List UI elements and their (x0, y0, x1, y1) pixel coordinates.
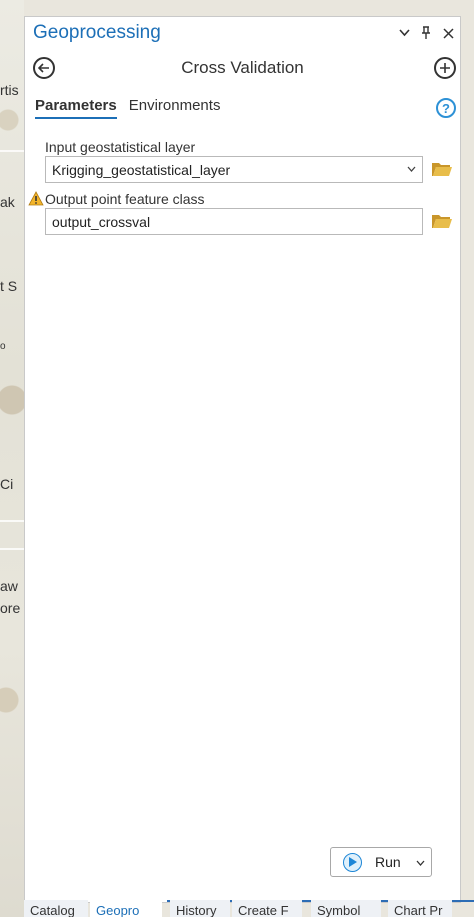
chevron-down-icon[interactable] (416, 855, 425, 869)
tab-history[interactable]: History (170, 900, 230, 917)
chevron-down-icon (407, 161, 416, 175)
tool-header: Cross Validation (25, 53, 460, 85)
tab-chart-properties[interactable]: Chart Pr (388, 900, 452, 917)
tab-create-features[interactable]: Create F (232, 900, 302, 917)
map-label: ore (0, 600, 21, 616)
input-layer-value: Krigging_geostatistical_layer (52, 162, 231, 178)
tool-title: Cross Validation (181, 58, 304, 77)
input-layer-label: Input geostatistical layer (45, 139, 196, 155)
browse-output-folder-icon[interactable] (431, 212, 453, 230)
map-label: t S (0, 278, 18, 294)
map-road (0, 150, 24, 152)
browse-input-folder-icon[interactable] (431, 160, 453, 178)
map-road (0, 548, 24, 550)
help-icon: ? (442, 100, 450, 116)
tool-tabs: Parameters Environments (35, 97, 220, 119)
plus-icon (440, 63, 450, 73)
pane-title: Geoprocessing (33, 22, 161, 43)
map-label: rtis (0, 82, 19, 98)
tab-catalog[interactable]: Catalog (24, 900, 88, 917)
chevron-down-icon[interactable] (396, 24, 412, 42)
map-label: o (0, 341, 6, 352)
tab-symbology[interactable]: Symbol (311, 900, 381, 917)
map-label: Ci (0, 476, 14, 492)
run-button[interactable]: Run (330, 847, 432, 877)
add-button[interactable] (434, 57, 456, 79)
input-layer-dropdown[interactable]: Krigging_geostatistical_layer (45, 156, 423, 183)
close-icon[interactable] (440, 24, 456, 42)
tab-parameters[interactable]: Parameters (35, 97, 117, 119)
map-view[interactable]: rtis ak t S o Ci aw ore (0, 0, 24, 917)
map-road (0, 520, 24, 522)
warning-icon (28, 191, 44, 206)
output-feature-class-label: Output point feature class (45, 191, 205, 207)
run-label: Run (375, 854, 401, 870)
pin-icon[interactable] (418, 24, 434, 42)
dock-tabs: Catalog Geopro History Create F Symbol C… (0, 900, 474, 917)
output-feature-class-value: output_crossval (52, 214, 151, 230)
map-label: aw (0, 578, 18, 594)
pane-titlebar: Geoprocessing (25, 17, 460, 51)
output-feature-class-input[interactable]: output_crossval (45, 208, 423, 235)
geoprocessing-pane: Geoprocessing Cross Validation Parameter… (24, 16, 461, 903)
help-button[interactable]: ? (436, 98, 456, 118)
tab-environments[interactable]: Environments (129, 97, 221, 119)
tab-geoprocessing[interactable]: Geopro (90, 900, 162, 917)
play-icon (343, 853, 362, 872)
map-label: ak (0, 194, 15, 210)
